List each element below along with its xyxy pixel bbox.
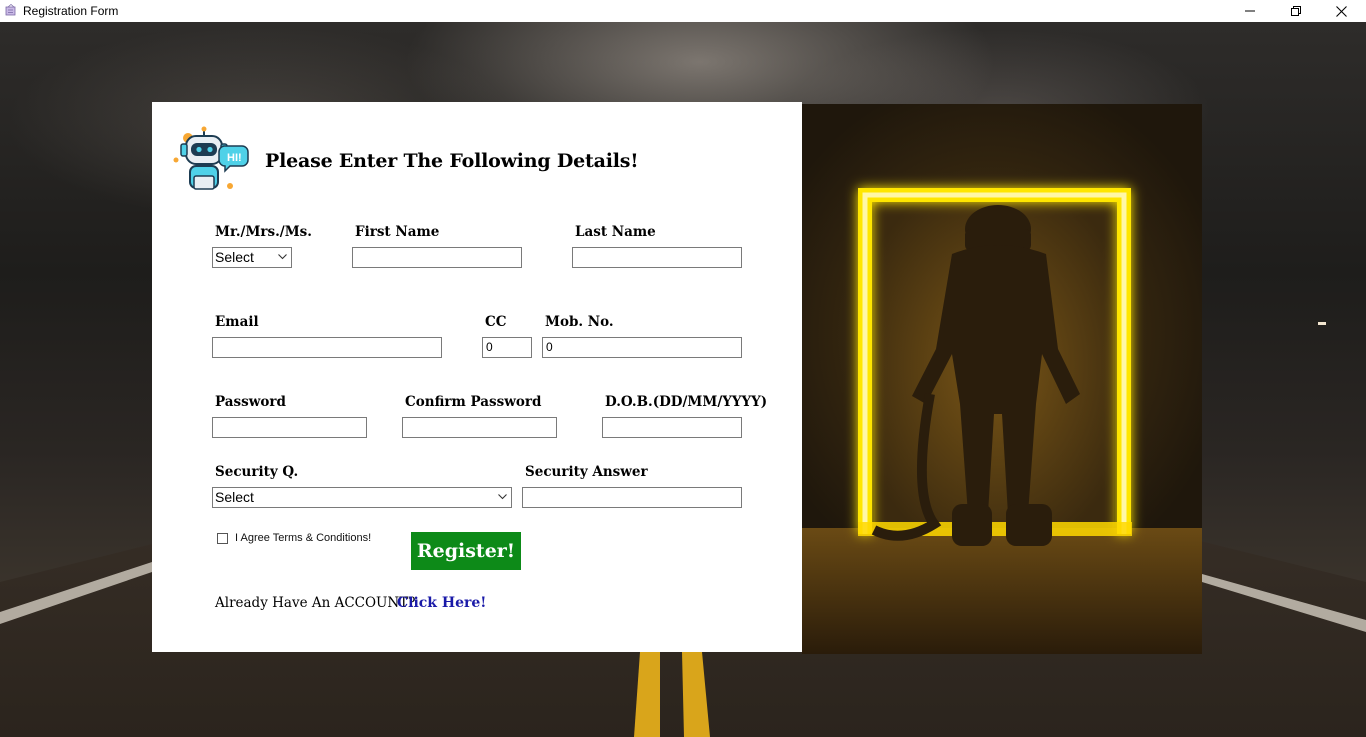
title-select[interactable]: Select (212, 247, 292, 268)
cc-input[interactable]: 0 (482, 337, 532, 358)
security-question-value: Select (215, 489, 254, 505)
register-button[interactable]: Register! (411, 532, 521, 570)
registration-card: HI! Please Enter The Following Details! … (152, 102, 802, 652)
astronaut-neon-image (802, 104, 1202, 654)
terms-checkbox[interactable] (217, 533, 228, 544)
security-question-select[interactable]: Select (212, 487, 512, 508)
dob-input[interactable] (602, 417, 742, 438)
window-titlebar: Registration Form (0, 0, 1366, 22)
maximize-button[interactable] (1273, 0, 1319, 22)
security-answer-input[interactable] (522, 487, 742, 508)
title-label: Mr./Mrs./Ms. (215, 224, 312, 240)
already-account-text: Already Have An ACCOUNT? (215, 595, 416, 611)
close-icon (1335, 5, 1347, 17)
email-label: Email (215, 314, 259, 330)
password-input[interactable] (212, 417, 367, 438)
cc-label: CC (485, 314, 507, 330)
confirm-password-input[interactable] (402, 417, 557, 438)
login-link[interactable]: Click Here! (397, 595, 486, 611)
close-button[interactable] (1318, 0, 1364, 22)
mobile-input[interactable]: 0 (542, 337, 742, 358)
minimize-icon (1245, 10, 1255, 12)
minimize-button[interactable] (1227, 0, 1273, 22)
password-label: Password (215, 394, 286, 410)
robot-icon: HI! (173, 126, 249, 190)
first-name-label: First Name (355, 224, 440, 240)
title-select-value: Select (215, 249, 254, 265)
security-answer-label: Security Answer (525, 464, 648, 480)
window-title: Registration Form (23, 4, 119, 18)
app-icon (5, 4, 16, 16)
last-name-input[interactable] (572, 247, 742, 268)
dob-label: D.O.B.(DD/MM/YYYY) (605, 394, 768, 410)
maximize-icon (1291, 6, 1301, 16)
terms-label[interactable]: I Agree Terms & Conditions! (235, 532, 371, 544)
confirm-password-label: Confirm Password (405, 394, 542, 410)
mobile-label: Mob. No. (545, 314, 614, 330)
astronaut-illustration (802, 188, 1202, 654)
chevron-down-icon (498, 494, 507, 500)
form-heading: Please Enter The Following Details! (265, 150, 639, 172)
robot-badge: HI! (227, 152, 242, 164)
security-question-label: Security Q. (215, 464, 299, 480)
first-name-input[interactable] (352, 247, 522, 268)
email-input[interactable] (212, 337, 442, 358)
chevron-down-icon (278, 254, 287, 260)
last-name-label: Last Name (575, 224, 656, 240)
